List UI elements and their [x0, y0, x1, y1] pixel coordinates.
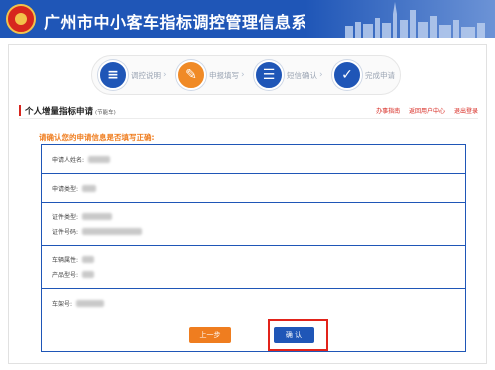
section-marker	[19, 105, 21, 116]
step-label: 调控说明	[131, 70, 161, 80]
applicant-type-label: 申请类型:	[52, 186, 79, 193]
step-label: 完成申请	[365, 70, 395, 80]
section-tag: (节能车)	[95, 110, 116, 116]
app-header: 广州市中小客车指标调控管理信息系统	[0, 0, 495, 38]
confirm-button[interactable]: 确 认	[274, 327, 314, 343]
step-fill-in: ✎ 申报填写 ›	[176, 60, 245, 90]
applicant-name-label: 申请人姓名:	[52, 157, 85, 164]
step-complete: ✓ 完成申请	[332, 60, 395, 90]
chevron-right-icon: ›	[319, 70, 323, 80]
applicant-info-table: 申请人姓名: 申请类型: 证件类型: 证件号码: 车辆属性: 产品型号: 车架号…	[41, 144, 466, 352]
table-row: 申请人姓名:	[42, 145, 465, 174]
chevron-right-icon: ›	[241, 70, 245, 80]
link-logout[interactable]: 退出登录	[454, 108, 478, 115]
confirm-prompt: 请确认您的申请信息是否填写正确:	[39, 133, 155, 142]
list-icon: ≡	[98, 60, 128, 90]
check-icon: ✓	[332, 60, 362, 90]
redacted-value	[82, 213, 113, 220]
chevron-right-icon: ›	[163, 70, 167, 80]
section-title: 个人增量指标申请 (节能车)	[25, 107, 116, 117]
link-guide[interactable]: 办事指南	[376, 108, 400, 115]
previous-step-button[interactable]: 上一步	[189, 327, 231, 343]
table-row: 车架号:	[42, 289, 465, 318]
header-links: 办事指南 返回用户中心 退出登录	[369, 106, 478, 115]
step-label: 短信确认	[287, 70, 317, 80]
progress-steps: ≡ 调控说明 › ✎ 申报填写 › ☰ 短信确认 › ✓ 完成申请	[91, 55, 401, 95]
id-type-label: 证件类型:	[52, 214, 79, 221]
message-icon: ☰	[254, 60, 284, 90]
table-row: 证件类型: 证件号码:	[42, 203, 465, 246]
table-row: 车辆属性: 产品型号:	[42, 246, 465, 289]
redacted-value	[82, 271, 95, 278]
redacted-value	[82, 185, 97, 192]
vin-label: 车架号:	[52, 301, 73, 308]
main-panel: ≡ 调控说明 › ✎ 申报填写 › ☰ 短信确认 › ✓ 完成申请 个人增量指标…	[8, 44, 487, 364]
redacted-value	[76, 300, 105, 307]
vehicle-attr-label: 车辆属性:	[52, 257, 79, 264]
table-row: 申请类型:	[42, 174, 465, 203]
product-model-label: 产品型号:	[52, 272, 79, 279]
redacted-value	[88, 156, 111, 163]
edit-icon: ✎	[176, 60, 206, 90]
step-explanation: ≡ 调控说明 ›	[98, 60, 167, 90]
step-sms-confirm: ☰ 短信确认 ›	[254, 60, 323, 90]
police-emblem-icon	[6, 4, 36, 34]
section-header: 个人增量指标申请 (节能车) 办事指南 返回用户中心 退出登录	[19, 103, 478, 119]
redacted-value	[82, 228, 143, 235]
app-title: 广州市中小客车指标调控管理信息系统	[44, 13, 325, 32]
link-user-center[interactable]: 返回用户中心	[409, 108, 445, 115]
city-skyline-image	[305, 0, 495, 38]
step-label: 申报填写	[209, 70, 239, 80]
redacted-value	[82, 256, 95, 263]
id-number-label: 证件号码:	[52, 229, 79, 236]
